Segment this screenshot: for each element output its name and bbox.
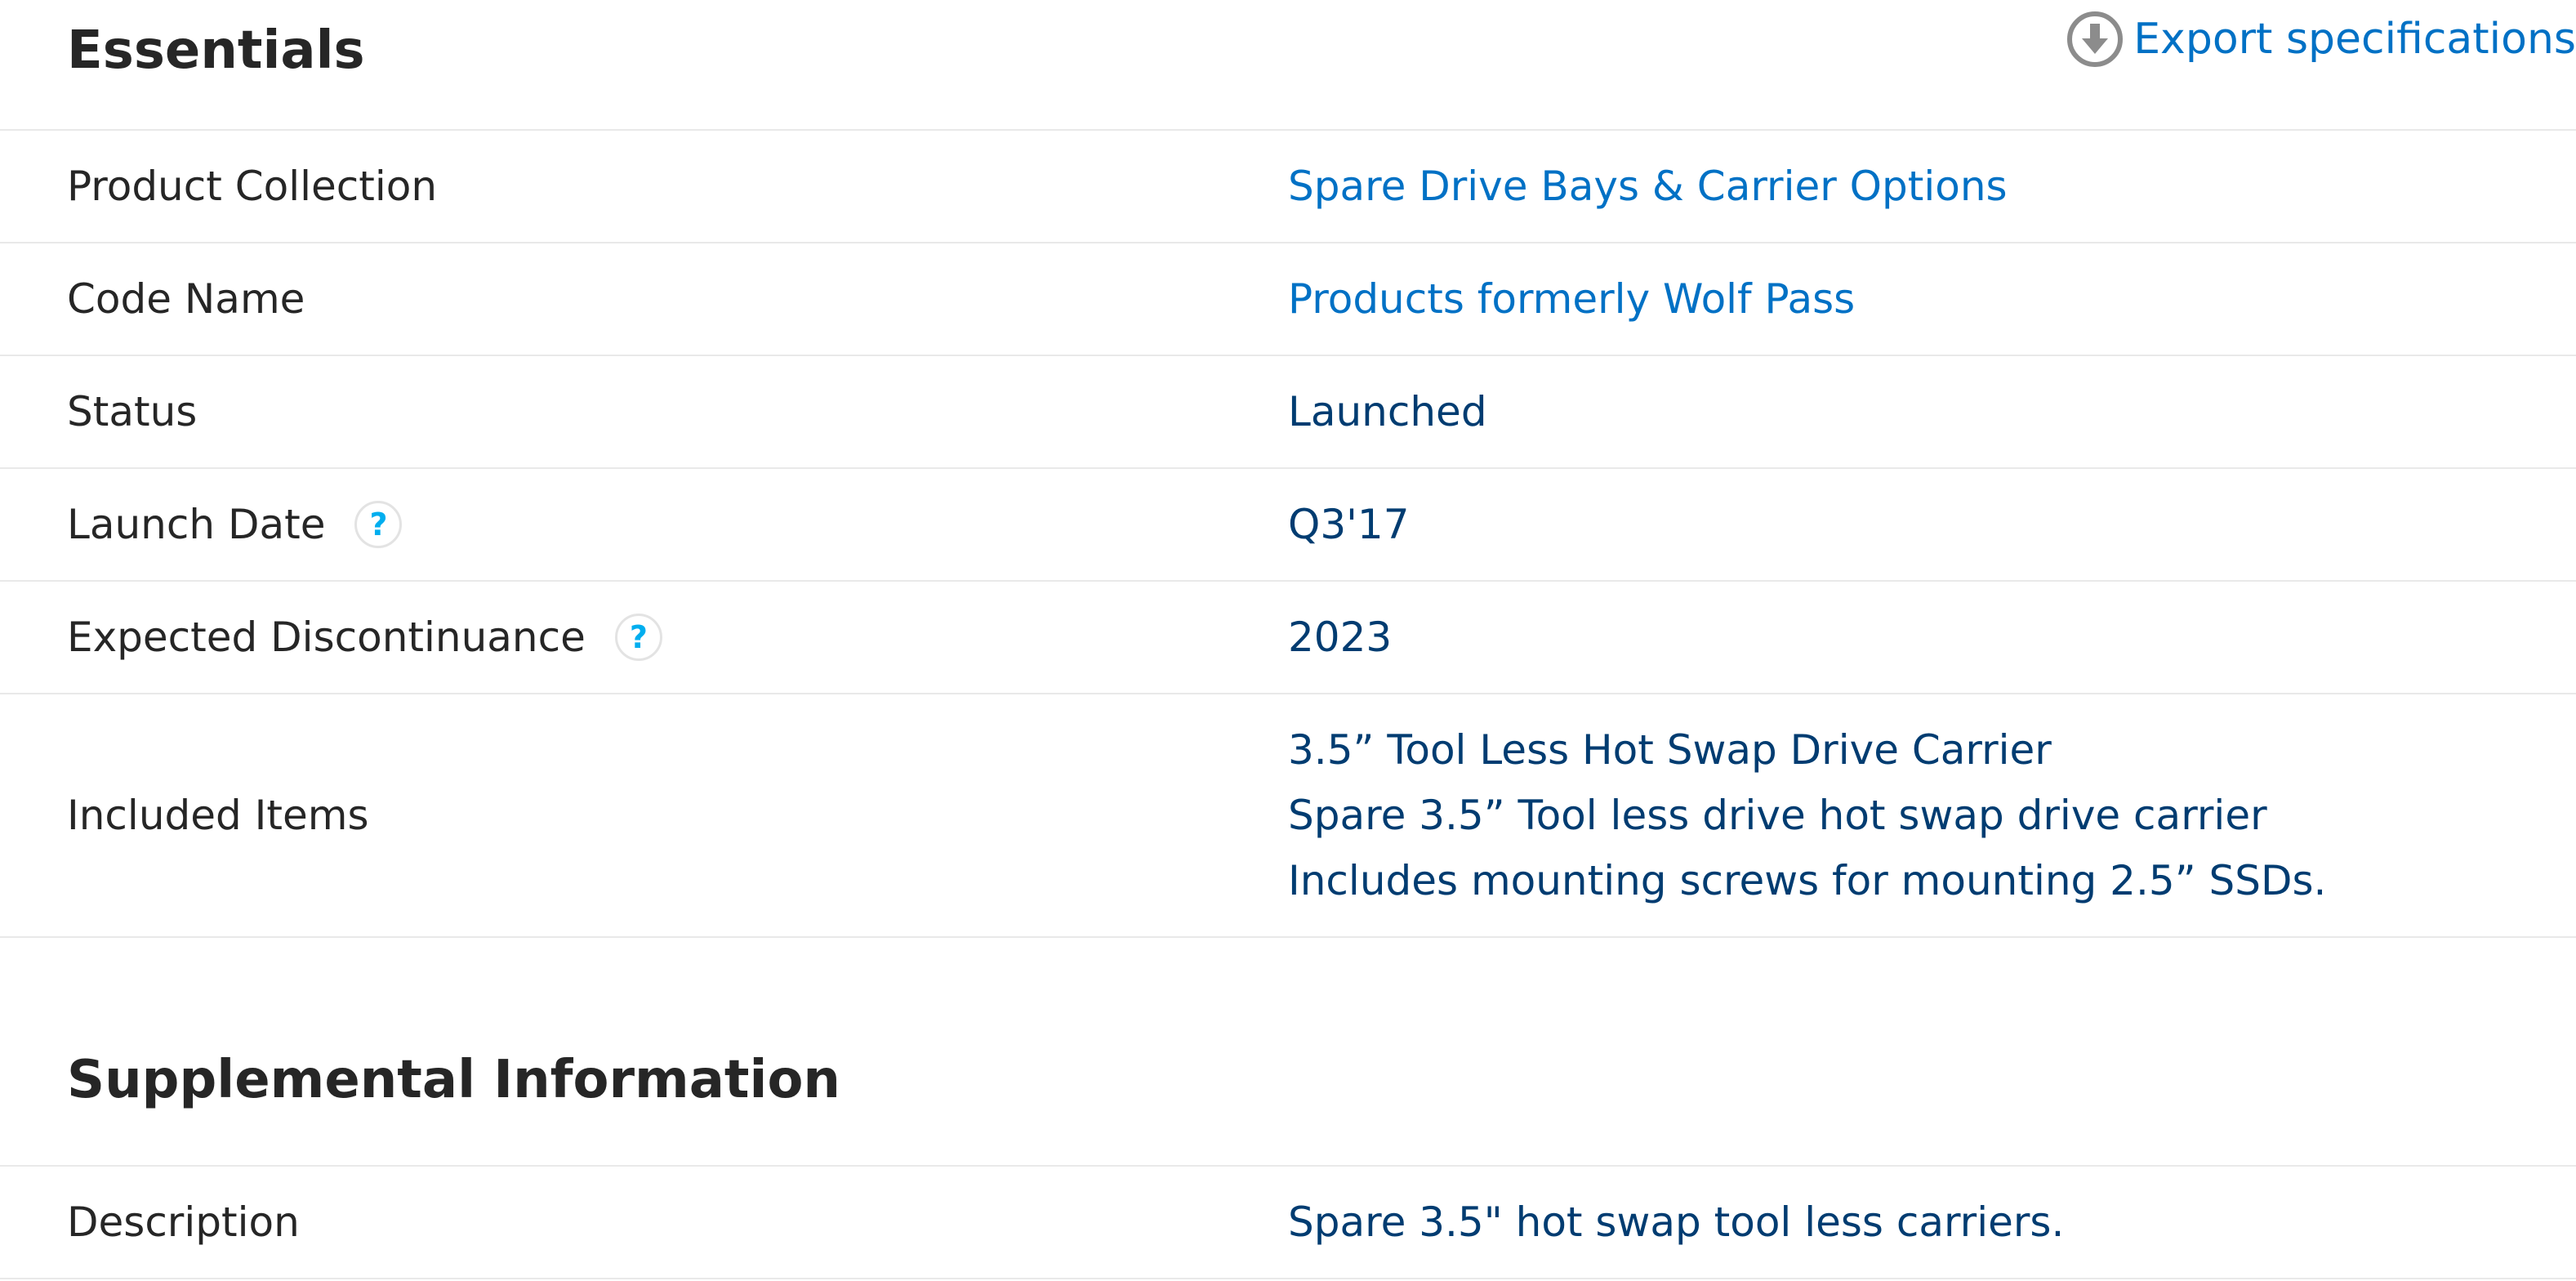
included-item-line: Includes mounting screws for mounting 2.… (1288, 857, 2327, 904)
spec-row-code-name: Code Name Products formerly Wolf Pass (0, 243, 2576, 356)
spec-label-container: Expected Discontinuance ? (0, 614, 1288, 661)
spec-label: Description (67, 1198, 300, 1246)
spec-row-description: Description Spare 3.5" hot swap tool les… (0, 1167, 2576, 1279)
help-icon[interactable]: ? (614, 614, 662, 661)
expected-discontinuance-value: 2023 (1288, 614, 1393, 661)
included-item-line: Spare 3.5” Tool less drive hot swap driv… (1288, 792, 2267, 839)
spec-label: Expected Discontinuance (67, 614, 586, 661)
included-items-value: 3.5” Tool Less Hot Swap Drive Carrier Sp… (1288, 717, 2576, 913)
spec-row-included-items: Included Items 3.5” Tool Less Hot Swap D… (0, 694, 2576, 938)
description-value: Spare 3.5" hot swap tool less carriers. (1288, 1198, 2065, 1246)
spec-row-launch-date: Launch Date ? Q3'17 (0, 469, 2576, 582)
product-collection-link[interactable]: Spare Drive Bays & Carrier Options (1288, 163, 2008, 210)
export-specifications-link[interactable]: Export specifications (2066, 8, 2576, 70)
export-specifications-label: Export specifications (2133, 15, 2576, 64)
spec-value: Spare Drive Bays & Carrier Options (1288, 154, 2576, 219)
spec-row-expected-discontinuance: Expected Discontinuance ? 2023 (0, 582, 2576, 694)
essentials-heading: Essentials (67, 20, 365, 81)
spec-label: Included Items (67, 792, 369, 839)
spec-label-container: Launch Date ? (0, 501, 1288, 548)
included-item-line: 3.5” Tool Less Hot Swap Drive Carrier (1288, 726, 2052, 774)
download-circle-icon (2067, 11, 2124, 67)
spec-label: Product Collection (67, 163, 438, 210)
spec-row-status: Status Launched (0, 356, 2576, 469)
help-icon[interactable]: ? (354, 501, 403, 548)
code-name-link[interactable]: Products formerly Wolf Pass (1288, 275, 1855, 323)
spec-label: Code Name (67, 275, 305, 323)
spec-label: Status (67, 388, 198, 435)
status-value: Launched (1288, 388, 1487, 435)
spec-label: Launch Date (67, 501, 326, 548)
supplemental-heading: Supplemental Information (67, 1050, 840, 1110)
supplemental-table: Description Spare 3.5" hot swap tool les… (0, 1165, 2576, 1279)
essentials-table: Product Collection Spare Drive Bays & Ca… (0, 129, 2576, 938)
spec-value: Products formerly Wolf Pass (1288, 266, 2576, 332)
launch-date-value: Q3'17 (1288, 501, 1410, 548)
spec-row-product-collection: Product Collection Spare Drive Bays & Ca… (0, 131, 2576, 243)
